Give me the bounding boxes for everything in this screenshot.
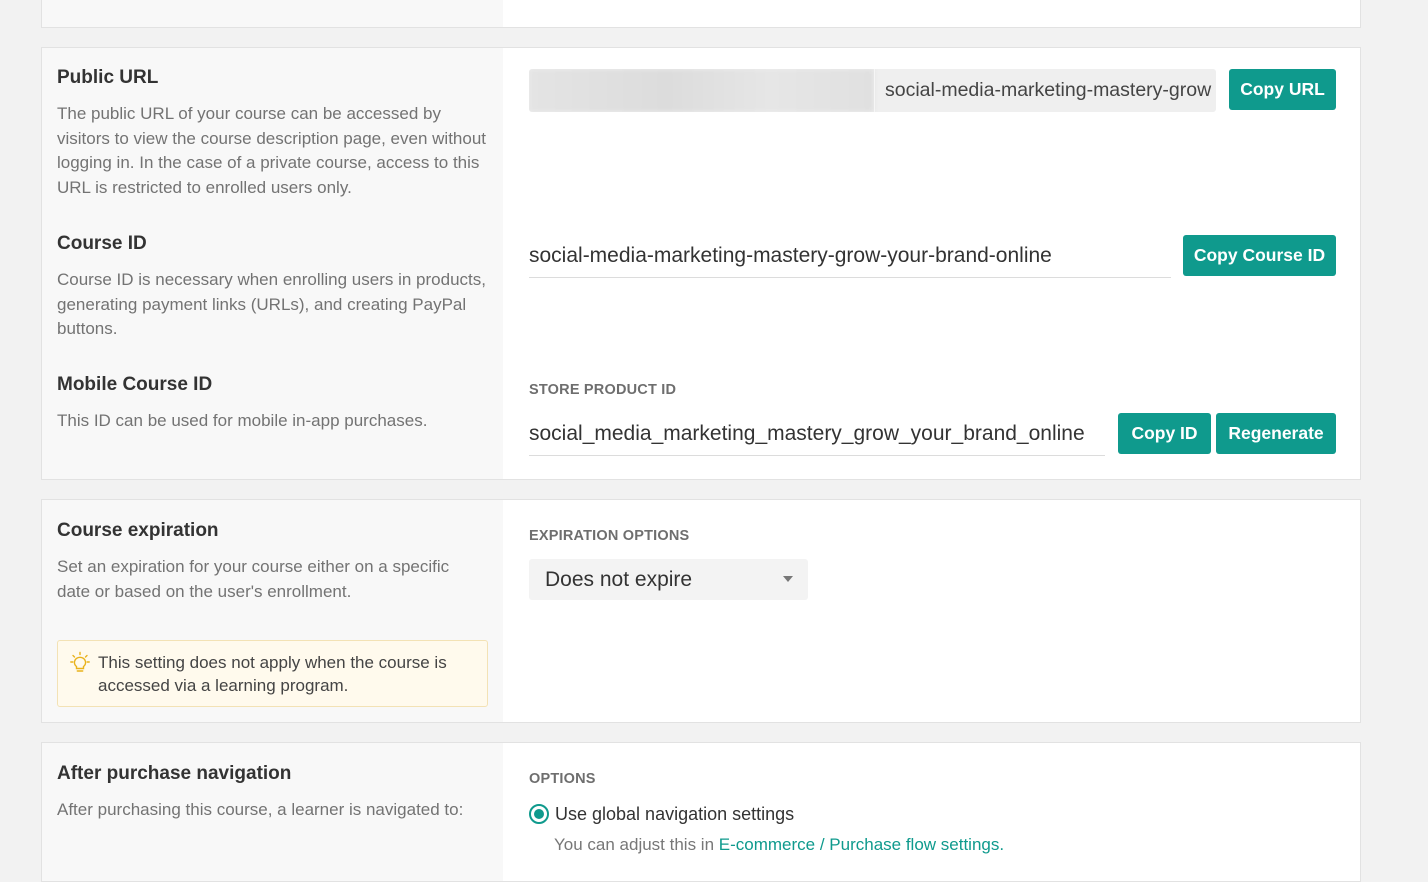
course-ids-left: Public URL The public URL of your course… (42, 48, 503, 479)
copy-url-button[interactable]: Copy URL (1229, 69, 1336, 110)
course-expiration-title: Course expiration (57, 520, 219, 541)
course-id-description: Course ID is necessary when enrolling us… (57, 270, 486, 338)
store-product-id-value: social_media_marketing_mastery_grow_your… (529, 421, 1085, 445)
after-purchase-title: After purchase navigation (57, 763, 292, 784)
after-purchase-options-label: OPTIONS (529, 771, 596, 787)
after-purchase-card: After purchase navigation After purchasi… (41, 742, 1361, 882)
course-expiration-card: Course expiration Set an expiration for … (41, 499, 1361, 723)
learning-program-notice: This setting does not apply when the cou… (57, 640, 488, 707)
store-product-id-label: STORE PRODUCT ID (529, 382, 677, 398)
course-expiration-right: EXPIRATION OPTIONS Does not expire (503, 500, 1360, 722)
expiration-options-select[interactable]: Does not expire (529, 559, 808, 600)
lightbulb-icon (70, 651, 90, 675)
top-card-partial (41, 0, 1361, 28)
radio-selected-icon (529, 804, 549, 824)
course-id-title: Course ID (57, 233, 147, 254)
purchase-flow-settings-link[interactable]: E-commerce / Purchase flow settings. (719, 835, 1004, 854)
top-card-left (42, 0, 503, 27)
course-id-field[interactable]: social-media-marketing-mastery-grow-your… (529, 234, 1171, 278)
top-card-right (503, 0, 1360, 27)
expiration-options-label: EXPIRATION OPTIONS (529, 528, 690, 544)
expiration-selected-option: Does not expire (545, 567, 693, 591)
copy-id-button[interactable]: Copy ID (1118, 413, 1211, 454)
caret-down-icon (783, 576, 793, 582)
mobile-course-id-title: Mobile Course ID (57, 374, 213, 395)
course-expiration-left: Course expiration Set an expiration for … (42, 500, 503, 722)
public-url-title: Public URL (57, 67, 159, 88)
after-purchase-right: OPTIONS Use global navigation settings Y… (503, 743, 1360, 881)
course-expiration-description: Set an expiration for your course either… (57, 557, 450, 601)
global-navigation-label: Use global navigation settings (555, 803, 795, 824)
public-url-description: The public URL of your course can be acc… (57, 104, 487, 197)
blurred-url-prefix (529, 69, 874, 112)
navigation-hint-prefix: You can adjust this in (554, 835, 719, 854)
course-ids-card: Public URL The public URL of your course… (41, 47, 1361, 480)
public-url-suffix: social-media-marketing-mastery-grow (885, 79, 1212, 101)
mobile-course-id-description: This ID can be used for mobile in-app pu… (57, 411, 428, 430)
regenerate-button[interactable]: Regenerate (1216, 413, 1336, 454)
url-prefix-divider (874, 69, 875, 112)
course-id-value: social-media-marketing-mastery-grow-your… (529, 243, 1052, 267)
copy-course-id-button[interactable]: Copy Course ID (1183, 235, 1336, 276)
after-purchase-left: After purchase navigation After purchasi… (42, 743, 503, 881)
learning-program-notice-text: This setting does not apply when the cou… (98, 653, 447, 695)
store-product-id-field[interactable]: social_media_marketing_mastery_grow_your… (529, 412, 1105, 456)
global-navigation-radio[interactable]: Use global navigation settings (529, 803, 794, 825)
public-url-field[interactable]: social-media-marketing-mastery-grow (529, 69, 1216, 112)
after-purchase-description: After purchasing this course, a learner … (57, 800, 464, 819)
navigation-hint: You can adjust this in E-commerce / Purc… (554, 835, 1004, 855)
course-ids-right: social-media-marketing-mastery-grow Copy… (503, 48, 1360, 479)
